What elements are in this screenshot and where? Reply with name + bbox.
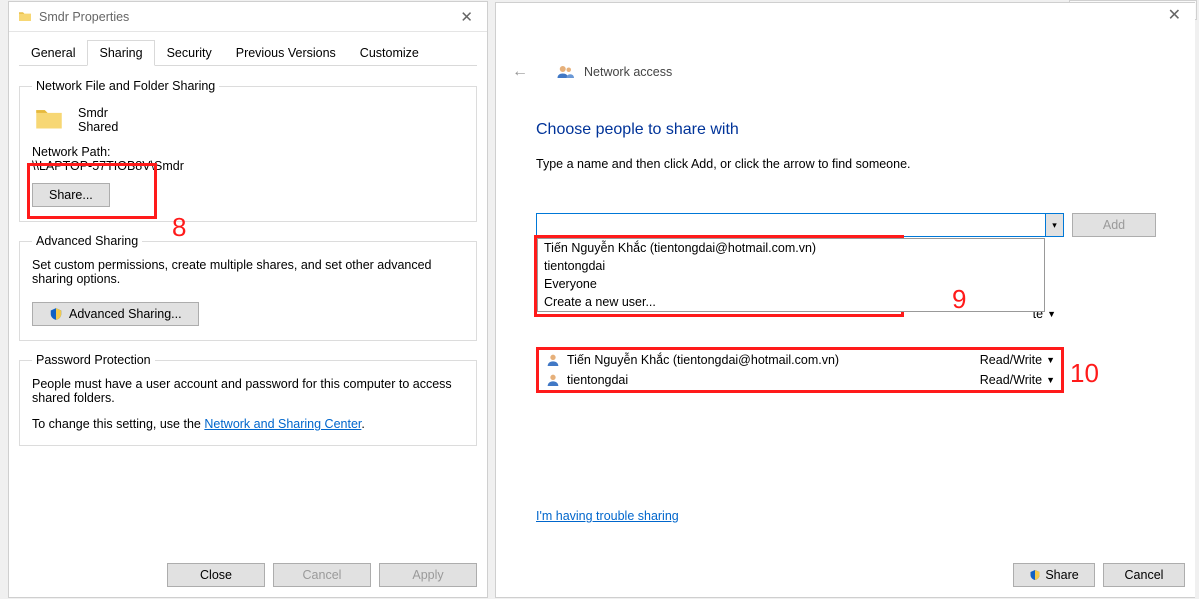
share-button-wrap: Share... [32, 183, 110, 207]
pp-change-text: To change this setting, use the [32, 417, 204, 431]
permission-user-name: Tiến Nguyễn Khắc (tientongdai@hotmail.co… [567, 353, 839, 367]
advanced-sharing-group: Advanced Sharing Set custom permissions,… [19, 234, 477, 341]
dropdown-toggle[interactable]: ▾ [1045, 214, 1063, 236]
annotation-number-9: 9 [952, 284, 966, 315]
dropdown-option[interactable]: Create a new user... [538, 293, 1044, 311]
net-body: Choose people to share with Type a name … [536, 121, 1156, 393]
add-button[interactable]: Add [1072, 213, 1156, 237]
network-access-dialog: ✕ ← Network access Choose people to shar… [495, 2, 1195, 598]
dropdown-option[interactable]: Tiến Nguyễn Khắc (tientongdai@hotmail.co… [538, 239, 1044, 257]
tab-security[interactable]: Security [155, 40, 224, 66]
tab-customize[interactable]: Customize [348, 40, 431, 66]
password-protection-group: Password Protection People must have a u… [19, 353, 477, 446]
user-icon [545, 372, 561, 388]
folder-icon [32, 103, 66, 137]
add-row: ▾ Tiến Nguyễn Khắc (tientongdai@hotmail.… [536, 213, 1156, 237]
folder-icon [17, 9, 33, 25]
pp-legend: Password Protection [32, 353, 155, 367]
tabstrip: General Sharing Security Previous Versio… [19, 40, 477, 66]
chevron-down-icon: ▾ [1052, 220, 1057, 231]
tab-sharing[interactable]: Sharing [87, 40, 154, 66]
people-icon [556, 63, 574, 81]
user-input[interactable] [537, 214, 1045, 236]
network-path-label: Network Path: [32, 145, 464, 159]
folder-status: Shared [78, 120, 118, 134]
net-heading: Choose people to share with [536, 121, 1156, 139]
annotation-number-8: 8 [172, 212, 186, 243]
share-confirm-label: Share [1045, 568, 1078, 582]
permission-user-name: tientongdai [567, 373, 628, 387]
sharing-panel: Network File and Folder Sharing Smdr Sha… [9, 66, 487, 463]
properties-dialog: Smdr Properties ✕ General Sharing Securi… [8, 1, 488, 598]
close-button[interactable]: ✕ [1154, 1, 1195, 30]
folder-name: Smdr [78, 106, 118, 120]
user-dropdown-list: Tiến Nguyễn Khắc (tientongdai@hotmail.co… [537, 238, 1045, 312]
pp-desc: People must have a user account and pass… [32, 377, 464, 405]
share-button[interactable]: Share... [32, 183, 110, 207]
net-subtext: Type a name and then click Add, or click… [536, 157, 1156, 171]
chevron-down-icon: ▼ [1046, 375, 1055, 385]
chevron-down-icon: ▼ [1046, 355, 1055, 365]
close-button[interactable]: ✕ [454, 6, 479, 28]
shield-icon [1029, 569, 1041, 581]
window-title: Smdr Properties [39, 10, 129, 24]
network-sharing-center-link[interactable]: Network and Sharing Center [204, 417, 361, 431]
shield-icon [49, 307, 63, 321]
net-header-text: Network access [584, 65, 672, 79]
network-path: \\LAPTOP-57TIOB8V\Smdr [32, 159, 464, 173]
apply-btn[interactable]: Apply [379, 563, 477, 587]
properties-buttons: Close Cancel Apply [167, 563, 477, 587]
net-titlebar: ✕ [1154, 5, 1195, 25]
permission-row[interactable]: tientongdai Read/Write▼ [539, 370, 1061, 390]
tab-previous-versions[interactable]: Previous Versions [224, 40, 348, 66]
share-confirm-button[interactable]: Share [1013, 563, 1095, 587]
cancel-btn[interactable]: Cancel [273, 563, 371, 587]
properties-titlebar: Smdr Properties ✕ [9, 2, 487, 32]
pp-change-line: To change this setting, use the Network … [32, 417, 464, 431]
permission-list: Tiến Nguyễn Khắc (tientongdai@hotmail.co… [536, 347, 1064, 393]
permission-level[interactable]: Read/Write▼ [980, 353, 1055, 367]
user-combobox[interactable]: ▾ Tiến Nguyễn Khắc (tientongdai@hotmail.… [536, 213, 1064, 237]
user-icon [545, 352, 561, 368]
dropdown-option[interactable]: Everyone [538, 275, 1044, 293]
nfs-legend: Network File and Folder Sharing [32, 79, 219, 93]
net-header: ← Network access [508, 61, 672, 83]
trouble-sharing-link[interactable]: I'm having trouble sharing [536, 509, 679, 523]
advanced-desc: Set custom permissions, create multiple … [32, 258, 464, 286]
advanced-legend: Advanced Sharing [32, 234, 142, 248]
advanced-sharing-label: Advanced Sharing... [69, 307, 182, 321]
permission-row[interactable]: Tiến Nguyễn Khắc (tientongdai@hotmail.co… [539, 350, 1061, 370]
close-btn[interactable]: Close [167, 563, 265, 587]
network-file-sharing-group: Network File and Folder Sharing Smdr Sha… [19, 79, 477, 222]
annotation-number-10: 10 [1070, 358, 1099, 389]
net-buttons: Share Cancel [1013, 563, 1185, 587]
back-arrow-icon[interactable]: ← [508, 61, 532, 83]
net-cancel-button[interactable]: Cancel [1103, 563, 1185, 587]
advanced-sharing-button[interactable]: Advanced Sharing... [32, 302, 199, 326]
permission-level[interactable]: Read/Write▼ [980, 373, 1055, 387]
tab-general[interactable]: General [19, 40, 87, 66]
chevron-down-icon: ▼ [1047, 309, 1056, 319]
dropdown-option[interactable]: tientongdai [538, 257, 1044, 275]
